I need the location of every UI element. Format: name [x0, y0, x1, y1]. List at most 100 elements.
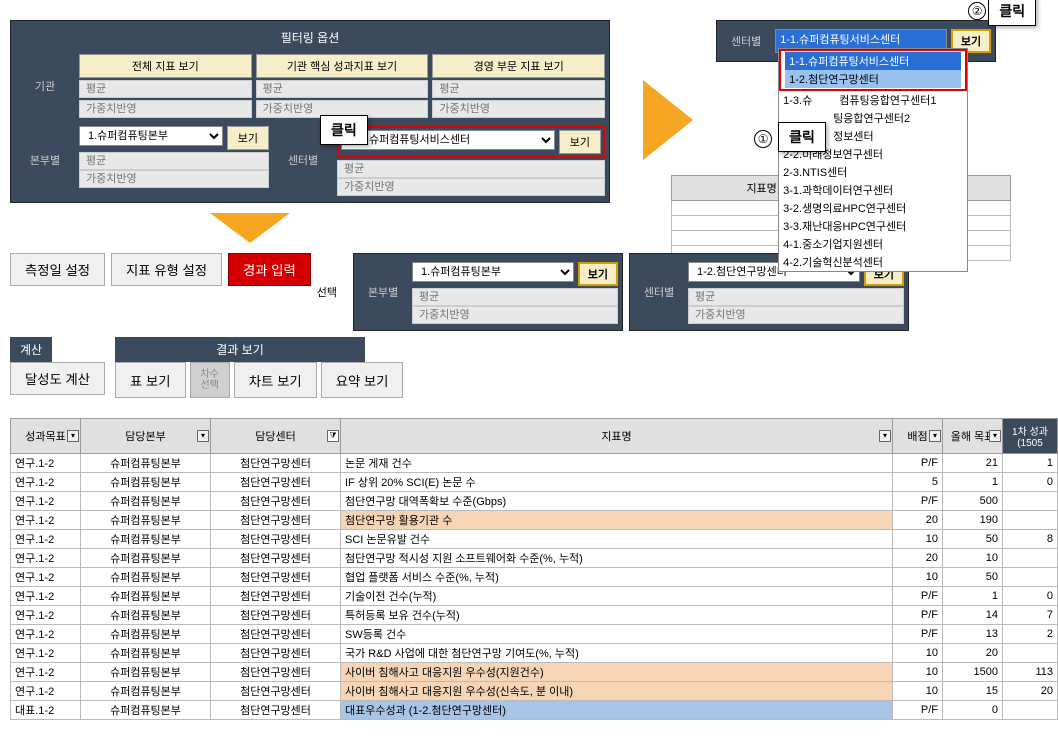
- btn-all-indicators[interactable]: 전체 지표 보기: [79, 54, 252, 78]
- filter-icon[interactable]: ▾: [197, 430, 209, 442]
- dd-opt[interactable]: 4-2.기술혁신분석센터: [779, 253, 967, 271]
- btn-summary-view[interactable]: 요약 보기: [321, 362, 404, 398]
- btn-mgmt-indicators[interactable]: 경영 부문 지표 보기: [432, 54, 605, 78]
- cell-hq: 슈퍼컴퓨팅본부: [81, 644, 211, 663]
- dd-opt[interactable]: 2-3.NTIS센터: [779, 163, 967, 181]
- hq-label: 본부별: [15, 124, 75, 196]
- table-row: 연구.1-2슈퍼컴퓨팅본부첨단연구망센터사이버 침해사고 대응지원 우수성(지원…: [11, 663, 1058, 682]
- cell-goal: 연구.1-2: [11, 530, 81, 549]
- center-avg-mid: [688, 288, 904, 306]
- hq-view-btn-mid[interactable]: 보기: [578, 262, 618, 286]
- table-row: 연구.1-2슈퍼컴퓨팅본부첨단연구망센터SCI 논문유발 건수10508: [11, 530, 1058, 549]
- btn-result-input[interactable]: 경과 입력: [228, 253, 311, 286]
- center-view-btn[interactable]: 보기: [559, 130, 601, 154]
- cell-r1: 113: [1003, 663, 1058, 682]
- center-select-initial[interactable]: 1-1.슈퍼컴퓨팅서비스센터: [341, 130, 555, 150]
- filter-icon[interactable]: ▾: [989, 430, 1001, 442]
- cell-goal: 연구.1-2: [11, 492, 81, 511]
- btn-indicator-type[interactable]: 지표 유형 설정: [111, 253, 222, 286]
- filter-panel: 필터링 옵션 기관 전체 지표 보기 기관 핵심 성과지표 보기 경영 부문 지…: [10, 20, 610, 203]
- cell-hq: 슈퍼컴퓨팅본부: [81, 663, 211, 682]
- cell-goal: 연구.1-2: [11, 549, 81, 568]
- hq-select[interactable]: 1.슈퍼컴퓨팅본부: [79, 126, 223, 146]
- th-center[interactable]: 담당센터⧩: [211, 419, 341, 454]
- dd-opt[interactable]: 3-2.생명의료HPC연구센터: [779, 199, 967, 217]
- th-result1: 1차 성과 (1505: [1003, 419, 1058, 454]
- cell-target: 13: [943, 625, 1003, 644]
- dd-opt[interactable]: 3-1.과학데이터연구센터: [779, 181, 967, 199]
- cell-target: 500: [943, 492, 1003, 511]
- cell-r1: [1003, 511, 1058, 530]
- cell-goal: 연구.1-2: [11, 606, 81, 625]
- cell-indicator: 논문 게재 건수: [341, 454, 893, 473]
- arrow-down-icon: [0, 213, 500, 243]
- hq-select-mid[interactable]: 1.슈퍼컴퓨팅본부: [412, 262, 574, 282]
- cell-r1: [1003, 492, 1058, 511]
- cell-center: 첨단연구망센터: [211, 606, 341, 625]
- cell-indicator: 협업 플랫폼 서비스 수준(%, 누적): [341, 568, 893, 587]
- funnel-icon[interactable]: ⧩: [327, 430, 339, 442]
- table-row: 연구.1-2슈퍼컴퓨팅본부첨단연구망센터특허등록 보유 건수(누적)P/F147: [11, 606, 1058, 625]
- filter-icon[interactable]: ▾: [67, 430, 79, 442]
- hq-avg-mid: [412, 288, 618, 306]
- cell-goal: 연구.1-2: [11, 663, 81, 682]
- cell-indicator: 사이버 침해사고 대응지원 우수성(지원건수): [341, 663, 893, 682]
- cell-r1: 20: [1003, 682, 1058, 701]
- cell-hq: 슈퍼컴퓨팅본부: [81, 454, 211, 473]
- table-row: 연구.1-2슈퍼컴퓨팅본부첨단연구망센터첨단연구망 대역폭확보 수준(Gbps)…: [11, 492, 1058, 511]
- cell-target: 50: [943, 530, 1003, 549]
- center-dropdown-list[interactable]: 1-1.슈퍼컴퓨팅서비스센터 1-2.첨단연구망센터 1-3.슈 컴퓨팅응합연구…: [778, 48, 968, 272]
- table-row: 대표.1-2슈퍼컴퓨팅본부첨단연구망센터대표우수성과 (1-2.첨단연구망센터)…: [11, 701, 1058, 720]
- dd-opt-part[interactable]: 컴퓨팅응합연구센터1: [839, 95, 936, 107]
- th-hq[interactable]: 담당본부▾: [81, 419, 211, 454]
- th-goal[interactable]: 성과목표▾: [11, 419, 81, 454]
- dd-opt[interactable]: 1-2.첨단연구망센터: [785, 70, 961, 88]
- btn-dim-select: 차수 선택: [190, 362, 230, 398]
- num-1-icon: ①: [754, 130, 772, 148]
- cell-hq: 슈퍼컴퓨팅본부: [81, 606, 211, 625]
- dd-opt[interactable]: 1-1.슈퍼컴퓨팅서비스센터: [785, 52, 961, 70]
- cell-center: 첨단연구망센터: [211, 549, 341, 568]
- dd-opt[interactable]: 1-3.슈: [783, 95, 812, 107]
- cell-r1: 0: [1003, 587, 1058, 606]
- cell-goal: 연구.1-2: [11, 454, 81, 473]
- filter-icon[interactable]: ▾: [929, 430, 941, 442]
- click-callout-2: 클릭: [988, 0, 1036, 26]
- btn-chart-view[interactable]: 차트 보기: [234, 362, 317, 398]
- cell-target: 21: [943, 454, 1003, 473]
- cell-hq: 슈퍼컴퓨팅본부: [81, 511, 211, 530]
- cell-indicator: 첨단연구망 대역폭확보 수준(Gbps): [341, 492, 893, 511]
- th-indicator[interactable]: 지표명▾: [341, 419, 893, 454]
- click-callout-1: 클릭: [778, 122, 826, 152]
- center-weight-mid: [688, 306, 904, 324]
- dd-opt[interactable]: 4-1.중소기업지원센터: [779, 235, 967, 253]
- th-score[interactable]: 배점▾: [893, 419, 943, 454]
- cell-indicator: SW등록 건수: [341, 625, 893, 644]
- btn-measure-date[interactable]: 측정일 설정: [10, 253, 105, 286]
- btn-calc[interactable]: 달성도 계산: [10, 362, 105, 395]
- cell-r1: 8: [1003, 530, 1058, 549]
- filter-icon[interactable]: ▾: [879, 430, 891, 442]
- center-label-mid: 센터별: [634, 260, 684, 324]
- cell-r1: 1: [1003, 454, 1058, 473]
- cell-target: 10: [943, 549, 1003, 568]
- result-title: 결과 보기: [115, 337, 365, 362]
- cell-goal: 연구.1-2: [11, 644, 81, 663]
- hq-weight-mid: [412, 306, 618, 324]
- cell-score: P/F: [893, 625, 943, 644]
- table-row: 연구.1-2슈퍼컴퓨팅본부첨단연구망센터첨단연구망 활용기관 수20190: [11, 511, 1058, 530]
- avg-field-3: [432, 80, 605, 98]
- table-row: 연구.1-2슈퍼컴퓨팅본부첨단연구망센터SW등록 건수P/F132: [11, 625, 1058, 644]
- cell-r1: [1003, 568, 1058, 587]
- cell-center: 첨단연구망센터: [211, 663, 341, 682]
- cell-r1: [1003, 549, 1058, 568]
- table-row: 연구.1-2슈퍼컴퓨팅본부첨단연구망센터협업 플랫폼 서비스 수준(%, 누적)…: [11, 568, 1058, 587]
- cell-indicator: IF 상위 20% SCI(E) 논문 수: [341, 473, 893, 492]
- cell-center: 첨단연구망센터: [211, 587, 341, 606]
- btn-table-view[interactable]: 표 보기: [115, 362, 186, 398]
- cell-score: 10: [893, 682, 943, 701]
- th-target[interactable]: 올해 목표▾: [943, 419, 1003, 454]
- dd-opt[interactable]: 3-3.재난대응HPC연구센터: [779, 217, 967, 235]
- hq-view-btn[interactable]: 보기: [227, 126, 269, 150]
- btn-core-indicators[interactable]: 기관 핵심 성과지표 보기: [256, 54, 429, 78]
